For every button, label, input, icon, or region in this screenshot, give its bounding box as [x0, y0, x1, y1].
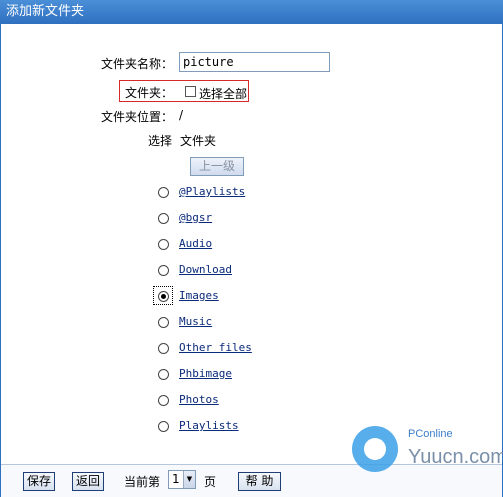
folder-radio[interactable]: [158, 317, 169, 328]
up-level-button[interactable]: 上一级: [190, 157, 244, 176]
back-button[interactable]: 返回: [72, 472, 104, 491]
folder-link[interactable]: @bgsr: [179, 211, 212, 224]
folder-radio[interactable]: [158, 213, 169, 224]
folder-radio[interactable]: [158, 239, 169, 250]
dropdown-arrow-icon[interactable]: ▼: [183, 471, 195, 488]
folder-link[interactable]: Photos: [179, 393, 219, 406]
page-select-value: 1: [172, 472, 180, 486]
folder-location-value: /: [179, 108, 184, 122]
folder-radio[interactable]: [158, 187, 169, 198]
select-column-header: 选择: [148, 134, 173, 148]
folder-location-label: 文件夹位置：: [101, 110, 174, 124]
folder-link[interactable]: Music: [179, 315, 212, 328]
help-button[interactable]: 帮 助: [238, 472, 281, 491]
folder-link[interactable]: Images: [179, 289, 219, 302]
page-suffix-label: 页: [204, 475, 217, 489]
page-select[interactable]: 1 ▼: [168, 470, 196, 489]
folder-radio[interactable]: [158, 343, 169, 354]
watermark-logo-icon: [352, 426, 398, 472]
window-title: 添加新文件夹: [0, 0, 503, 24]
folder-radio[interactable]: [158, 369, 169, 380]
select-all-label[interactable]: 选择全部: [199, 85, 247, 102]
folder-name-label: 文件夹名称：: [101, 57, 174, 71]
watermark-site: Yuucn.com: [408, 446, 503, 468]
save-button[interactable]: 保存: [23, 472, 55, 491]
folder-radio[interactable]: [158, 291, 169, 302]
watermark-brand: PConline: [408, 428, 453, 440]
folder-link[interactable]: @Playlists: [179, 185, 245, 198]
folder-link[interactable]: Playlists: [179, 419, 239, 432]
folder-name-input[interactable]: [179, 52, 330, 72]
folder-link[interactable]: Audio: [179, 237, 212, 250]
folder-link[interactable]: Phbimage: [179, 367, 232, 380]
folder-label: 文件夹：: [125, 86, 174, 100]
folder-radio[interactable]: [158, 421, 169, 432]
folder-radio[interactable]: [158, 265, 169, 276]
folder-radio[interactable]: [158, 395, 169, 406]
folder-link[interactable]: Download: [179, 263, 232, 276]
watermark: PConline Yuucn.com: [352, 420, 503, 480]
current-page-label: 当前第: [124, 475, 161, 489]
folder-link[interactable]: Other files: [179, 341, 252, 354]
folder-column-header: 文件夹: [180, 134, 217, 148]
select-all-checkbox[interactable]: [185, 86, 196, 97]
